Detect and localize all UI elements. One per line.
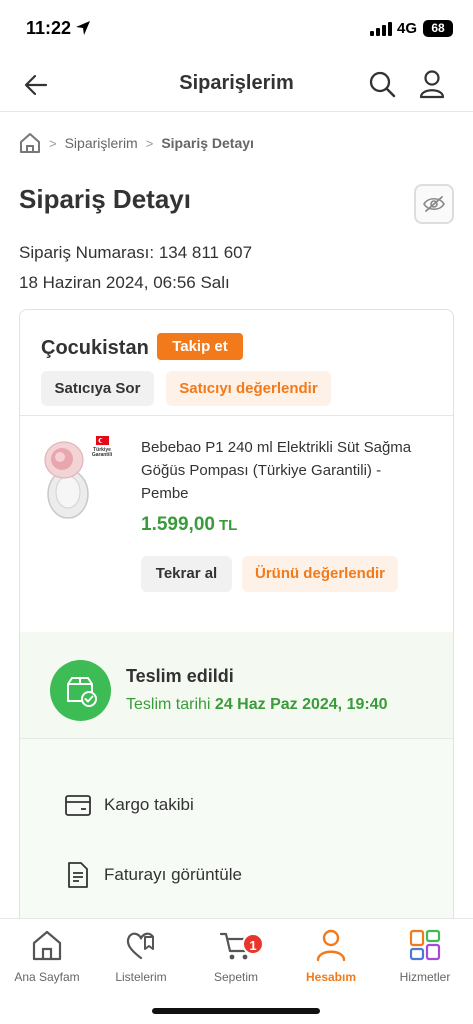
- order-date: 18 Haziran 2024, 06:56 Salı: [19, 273, 230, 292]
- battery-indicator: 68: [423, 20, 453, 37]
- delivered-box-icon: [50, 660, 111, 721]
- status-bar: 11:22 4G 68: [0, 0, 473, 58]
- heart-list-icon: [126, 932, 155, 960]
- hide-order-button[interactable]: [414, 184, 454, 224]
- user-icon[interactable]: [418, 69, 446, 99]
- svg-text:Garantili: Garantili: [92, 452, 113, 458]
- delivery-status: Teslim edildi: [126, 666, 234, 686]
- seller-name[interactable]: Çocukistan: [41, 337, 149, 360]
- delivery-status-section: Teslim edildi Teslim tarihi 24 Haz Paz 2…: [20, 632, 453, 739]
- divider: [20, 415, 453, 416]
- chevron-right-icon: >: [49, 135, 57, 151]
- nav-header: Siparişlerim: [0, 58, 473, 112]
- tab-label: Ana Sayfam: [14, 970, 80, 984]
- product-price: 1.599,00 TL: [141, 514, 237, 536]
- cargo-tracking-link[interactable]: Kargo takibi: [64, 790, 194, 820]
- delivery-date: Teslim tarihi 24 Haz Paz 2024, 19:40: [126, 696, 387, 714]
- home-indicator: [152, 1008, 320, 1014]
- cart-count-badge: 1: [242, 933, 264, 955]
- status-time: 11:22: [26, 18, 72, 38]
- breadcrumb-item-orders[interactable]: Siparişlerim: [65, 135, 138, 151]
- view-invoice-link[interactable]: Faturayı görüntüle: [64, 860, 242, 890]
- box-check-icon: [66, 676, 97, 707]
- page-title: Sipariş Detayı: [19, 184, 191, 214]
- eye-slash-icon: [423, 196, 445, 212]
- order-card: Çocukistan Takip et Satıcıya Sor Satıcıy…: [19, 309, 454, 949]
- services-icon: [409, 929, 441, 961]
- rate-product-button[interactable]: Ürünü değerlendir: [242, 556, 398, 592]
- cargo-box-icon: [65, 795, 91, 816]
- location-arrow-icon: [76, 21, 90, 35]
- search-icon[interactable]: [368, 70, 396, 98]
- tab-lists[interactable]: Listelerim: [96, 927, 186, 984]
- signal-icon: [370, 22, 392, 36]
- cargo-tracking-label: Kargo takibi: [104, 795, 194, 814]
- reorder-button[interactable]: Tekrar al: [141, 556, 232, 592]
- tab-account[interactable]: Hesabım: [286, 927, 376, 984]
- rate-seller-button[interactable]: Satıcıyı değerlendir: [166, 371, 331, 406]
- invoice-icon: [68, 862, 88, 888]
- tab-label: Hesabım: [305, 970, 357, 984]
- tab-services[interactable]: Hizmetler: [380, 927, 470, 984]
- ask-seller-button[interactable]: Satıcıya Sor: [41, 371, 154, 406]
- delivery-date-label: Teslim tarihi: [126, 696, 211, 713]
- home-icon: [32, 930, 62, 961]
- tab-home[interactable]: Ana Sayfam: [2, 927, 92, 984]
- breadcrumb: > Siparişlerim > Sipariş Detayı: [19, 130, 254, 156]
- tab-label: Hizmetler: [399, 970, 451, 984]
- delivery-date-value: 24 Haz Paz 2024, 19:40: [214, 696, 388, 713]
- order-number: Sipariş Numarası: 134 811 607: [19, 243, 253, 262]
- page-header-title: Siparişlerim: [179, 72, 294, 94]
- view-invoice-label: Faturayı görüntüle: [104, 865, 242, 884]
- user-icon: [316, 929, 346, 962]
- follow-seller-button[interactable]: Takip et: [157, 333, 243, 360]
- tab-label: Listelerim: [115, 970, 167, 984]
- product-name[interactable]: Bebebao P1 240 ml Elektrikli Süt Sağma G…: [141, 436, 431, 505]
- home-icon[interactable]: [19, 132, 41, 154]
- network-type: 4G: [397, 20, 418, 37]
- product-image[interactable]: Türkiye Garantili: [40, 432, 118, 522]
- chevron-right-icon: >: [145, 135, 154, 151]
- breadcrumb-item-current: Sipariş Detayı: [161, 135, 254, 151]
- tab-cart[interactable]: 1 Sepetim: [191, 927, 281, 984]
- price-currency: TL: [218, 517, 238, 534]
- tab-label: Sepetim: [213, 970, 259, 984]
- price-value: 1.599,00: [141, 514, 215, 535]
